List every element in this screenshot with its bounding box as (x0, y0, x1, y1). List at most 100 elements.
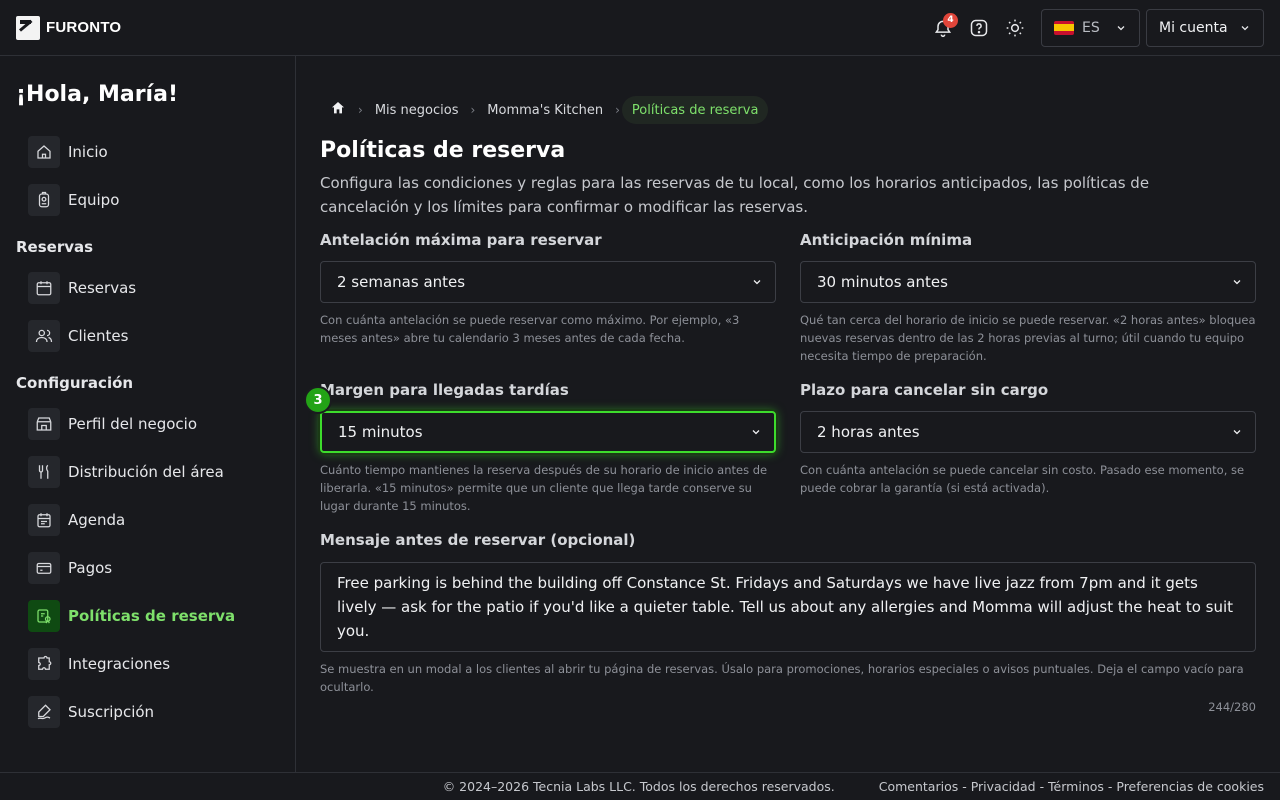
footer: © 2024–2026 Tecnia Labs LLC. Todos los d… (0, 772, 1280, 800)
page-description: Configura las condiciones y reglas para … (320, 174, 1150, 216)
footer-separator: - (1039, 779, 1049, 794)
copyright: © 2024–2026 Tecnia Labs LLC. Todos los d… (442, 779, 835, 794)
spain-flag-icon (1054, 20, 1074, 35)
min-advance-label: Anticipación mínima (800, 231, 973, 249)
sidebar-item-label: Pagos (68, 559, 113, 577)
chevron-right-icon: › (358, 103, 363, 117)
chevron-down-icon (753, 280, 761, 285)
chevron-down-icon (1233, 280, 1241, 285)
language-select[interactable]: ES (1041, 8, 1140, 47)
message-label: Mensaje antes de reservar (opcional) (320, 531, 636, 549)
greeting: ¡Hola, María! (16, 82, 178, 107)
logo[interactable]: FURONTO (16, 15, 122, 40)
store-icon (28, 408, 60, 440)
footer-link-terminos[interactable]: Términos (1048, 779, 1104, 794)
sun-icon (1006, 19, 1024, 36)
puzzle-icon (28, 648, 60, 680)
min-advance-select[interactable]: 30 minutos antes (800, 261, 1256, 303)
min-advance-help: Qué tan cerca del horario de inicio se p… (800, 313, 1256, 363)
cancel-window-help: Con cuánta antelación se puede cancelar … (800, 463, 1245, 495)
chevron-down-icon (752, 430, 760, 435)
late-margin-label: Margen para llegadas tardías (320, 381, 569, 399)
footer-link-privacidad[interactable]: Privacidad (971, 779, 1036, 794)
breadcrumb: › Mis negocios › Momma's Kitchen › Polít… (320, 96, 1256, 124)
max-advance-select[interactable]: 2 semanas antes (320, 261, 776, 303)
brand-name: FURONTO (46, 19, 122, 36)
breadcrumb-current: Políticas de reserva (621, 96, 769, 124)
sidebar-item-perfil-negocio[interactable]: Perfil del negocio (16, 400, 279, 448)
max-advance-value: 2 semanas antes (337, 273, 466, 291)
breadcrumb-item[interactable]: Mis negocios (365, 96, 469, 124)
sidebar-item-politicas-reserva[interactable]: Políticas de reserva (16, 592, 279, 640)
users-icon (28, 320, 60, 352)
section-title-reservas: Reservas (16, 238, 94, 256)
cancel-window-label: Plazo para cancelar sin cargo (800, 381, 1049, 399)
sidebar-item-equipo[interactable]: Equipo (16, 176, 279, 224)
max-advance-help: Con cuánta antelación se puede reservar … (320, 313, 740, 345)
card-icon (28, 552, 60, 584)
sidebar-item-inicio[interactable]: Inicio (16, 128, 279, 176)
signature-icon (28, 696, 60, 728)
sidebar-item-pagos[interactable]: Pagos (16, 544, 279, 592)
home-icon (332, 102, 344, 114)
cancel-window-select[interactable]: 2 horas antes (800, 411, 1256, 453)
sidebar-item-label: Reservas (68, 279, 137, 297)
footer-links: Comentarios - Privacidad - Términos - Pr… (879, 779, 1264, 794)
account-label: Mi cuenta (1159, 19, 1228, 36)
logo-mark-icon (16, 15, 40, 40)
sidebar-item-clientes[interactable]: Clientes (16, 312, 279, 360)
sidebar-item-label: Perfil del negocio (68, 415, 198, 433)
cancel-window-value: 2 horas antes (817, 423, 920, 441)
page-title: Políticas de reserva (320, 138, 566, 163)
chevron-down-icon (1233, 430, 1241, 435)
sidebar-item-label: Distribución del área (68, 463, 224, 481)
calendar-icon (28, 272, 60, 304)
late-margin-value: 15 minutos (338, 423, 423, 441)
breadcrumb-home[interactable] (320, 100, 356, 120)
footer-link-comentarios[interactable]: Comentarios (879, 779, 959, 794)
help-button[interactable] (961, 10, 997, 46)
chevron-right-icon: › (470, 103, 476, 117)
sidebar-item-label: Agenda (68, 511, 126, 529)
late-margin-select[interactable]: 15 minutos (320, 411, 776, 453)
sidebar-item-agenda[interactable]: Agenda (16, 496, 279, 544)
step-badge: 3 (304, 386, 332, 414)
sidebar-item-label: Clientes (68, 327, 129, 345)
help-icon (970, 19, 988, 36)
sidebar-item-integraciones[interactable]: Integraciones (16, 640, 279, 688)
sidebar-item-reservas[interactable]: Reservas (16, 264, 279, 312)
notifications-button[interactable]: 4 (925, 10, 961, 46)
sidebar-item-label: Equipo (68, 191, 120, 209)
home-icon (28, 136, 60, 168)
breadcrumb-item[interactable]: Momma's Kitchen (477, 96, 613, 124)
message-help: Se muestra en un modal a los clientes al… (320, 662, 1244, 694)
sidebar-item-label: Políticas de reserva (68, 607, 236, 625)
theme-toggle-button[interactable] (997, 10, 1033, 46)
footer-separator: - (962, 779, 971, 794)
min-advance-value: 30 minutos antes (817, 273, 948, 291)
team-icon (28, 184, 60, 216)
max-advance-label: Antelación máxima para reservar (320, 231, 602, 249)
message-textarea[interactable]: Free parking is behind the building off … (320, 562, 1256, 652)
notifications-badge: 4 (943, 12, 958, 28)
footer-link-cookies[interactable]: Preferencias de cookies (1116, 779, 1264, 794)
chevron-down-icon (1241, 25, 1249, 30)
chevron-down-icon (1117, 25, 1125, 30)
sidebar-item-label: Inicio (68, 143, 108, 161)
sidebar-item-distribucion-area[interactable]: Distribución del área (16, 448, 279, 496)
agenda-icon (28, 504, 60, 536)
main-content: › Mis negocios › Momma's Kitchen › Polít… (296, 56, 1280, 772)
sidebar-item-label: Integraciones (68, 655, 171, 673)
chevron-right-icon: › (615, 103, 620, 117)
top-bar: FURONTO 4 ES Mi cuenta (0, 0, 1280, 56)
language-code: ES (1082, 19, 1100, 36)
policy-row-2: Margen para llegadas tardías 15 minutos … (304, 381, 1256, 515)
cutlery-icon (28, 456, 60, 488)
policy-icon (28, 600, 60, 632)
character-counter: 244/280 (1208, 700, 1256, 714)
sidebar-item-suscripcion[interactable]: Suscripción (16, 688, 279, 736)
sidebar-item-label: Suscripción (68, 703, 155, 721)
policy-row-1: Antelación máxima para reservar 2 semana… (320, 231, 1256, 365)
sidebar: ¡Hola, María! Inicio Equipo Reservas Res… (0, 56, 296, 772)
account-menu-button[interactable]: Mi cuenta (1146, 8, 1264, 47)
